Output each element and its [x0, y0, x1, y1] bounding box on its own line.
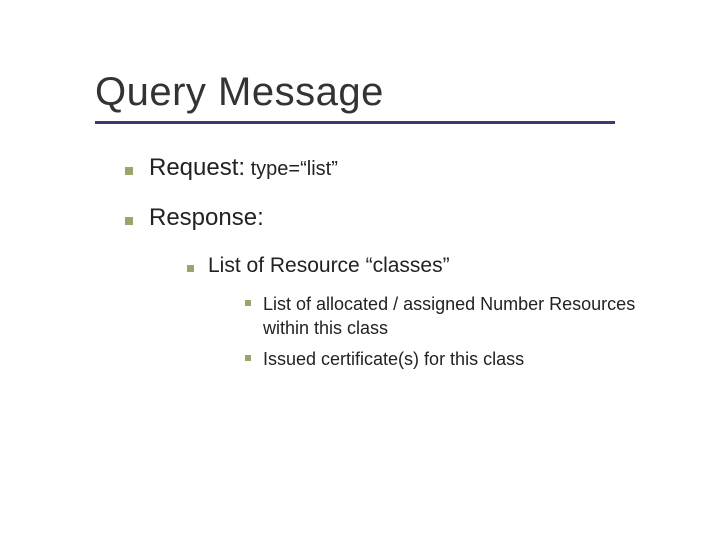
- bullet-text: List of allocated / assigned Number Reso…: [263, 292, 660, 341]
- slide-title: Query Message: [95, 70, 660, 115]
- slide: Query Message Request: type=“list” Respo…: [0, 0, 720, 540]
- square-bullet-icon: [187, 265, 194, 272]
- bullet-level3: List of allocated / assigned Number Reso…: [245, 292, 660, 341]
- square-bullet-icon: [245, 300, 251, 306]
- square-bullet-icon: [125, 217, 133, 225]
- bullet-text: Issued certificate(s) for this class: [263, 347, 524, 371]
- bullet-label: Request:: [149, 154, 245, 181]
- bullet-level1: Response:: [125, 204, 660, 232]
- title-underline: [95, 121, 615, 124]
- bullet-text: List of Resource “classes”: [208, 254, 450, 278]
- bullet-subtext: type=“list”: [245, 158, 338, 180]
- bullet-level3: Issued certificate(s) for this class: [245, 347, 660, 371]
- bullet-level1: Request: type=“list”: [125, 154, 660, 182]
- square-bullet-icon: [245, 355, 251, 361]
- bullet-text: Request: type=“list”: [149, 154, 338, 182]
- square-bullet-icon: [125, 167, 133, 175]
- bullet-level2: List of Resource “classes”: [187, 254, 660, 278]
- bullet-text: Response:: [149, 204, 264, 232]
